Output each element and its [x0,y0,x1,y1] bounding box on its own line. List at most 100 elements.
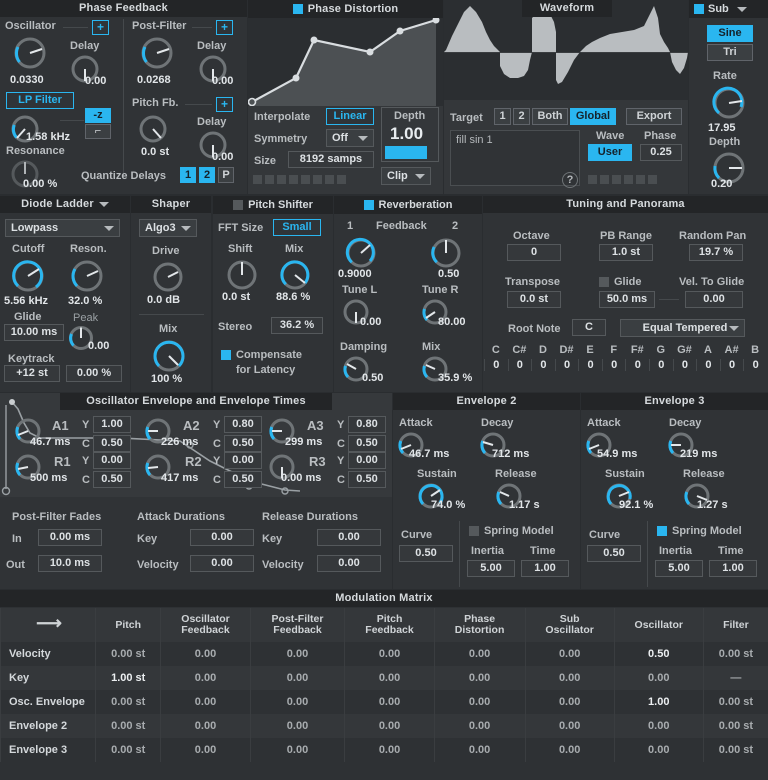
note-value[interactable]: 0 [649,359,673,371]
fade-in-field[interactable]: 0.00 ms [38,529,102,546]
env2-curve-field[interactable]: 0.50 [399,545,453,562]
matrix-cell[interactable]: 0.00 st [94,738,161,762]
chevron-down-icon[interactable] [98,202,109,207]
compensate-latency-checkbox[interactable] [221,350,231,360]
wave-slot[interactable] [648,175,657,184]
matrix-cell[interactable]: 0.00 st [702,690,768,714]
preset-slot[interactable] [325,175,334,184]
matrix-cell[interactable]: 0.00 [344,738,435,762]
note-value[interactable]: 0 [601,359,626,371]
env2-spring-model-checkbox[interactable] [469,526,479,536]
matrix-cell[interactable]: 0.00 st [702,642,768,666]
wave-script-editor[interactable]: fill sin 1 [450,130,580,186]
fade-out-field[interactable]: 10.0 ms [38,555,102,572]
interpolate-value-button[interactable]: Linear [326,108,374,125]
phase-distortion-toggle[interactable] [292,4,303,14]
minus-z-button[interactable]: -z [85,108,111,123]
a3-y-field[interactable]: 0.80 [348,416,386,433]
release-key-field[interactable]: 0.00 [317,529,381,546]
vel-to-glide-field[interactable]: 0.00 [685,291,743,308]
preset-slot[interactable] [337,175,346,184]
pb-range-field[interactable]: 1.0 st [599,244,653,261]
preset-slots[interactable] [253,175,349,187]
wave-slots[interactable] [588,175,660,187]
env2-inertia-field[interactable]: 5.00 [467,560,515,577]
random-pan-field[interactable]: 19.7 % [689,244,743,261]
env3-spring-model-checkbox[interactable] [657,526,667,536]
a3-c-field[interactable]: 0.50 [348,435,386,452]
matrix-cell[interactable]: 0.00 [249,690,345,714]
a2-c-field[interactable]: 0.50 [224,435,262,452]
phase-value-field[interactable]: 0.25 [640,144,682,161]
target-both-button[interactable]: Both [532,108,568,125]
matrix-cell[interactable]: 0.00 [524,738,615,762]
matrix-cell[interactable]: 0.00 [344,714,435,738]
shift-knob[interactable] [223,256,261,294]
ps-mix-knob[interactable] [276,256,314,294]
r3-y-field[interactable]: 0.00 [348,452,386,469]
keytrack-amount-field[interactable]: 0.00 % [66,365,122,382]
matrix-cell[interactable]: 0.00 [433,690,526,714]
wave-user-button[interactable]: User [588,144,632,161]
symmetry-select[interactable]: Off [326,129,374,147]
filter-header[interactable]: Diode Ladder [0,196,130,213]
matrix-cell[interactable]: 0.00 st [94,690,161,714]
wave-slot[interactable] [600,175,609,184]
pitch-fb-add-button[interactable]: + [216,97,233,112]
attack-key-field[interactable]: 0.00 [190,529,254,546]
matrix-cell[interactable]: 0.00 st [94,642,161,666]
post-filter-feedback-knob[interactable] [137,33,177,73]
note-value[interactable]: 0 [578,359,602,371]
matrix-cell[interactable]: 0.00 [344,666,435,690]
env3-inertia-field[interactable]: 5.00 [655,560,703,577]
matrix-cell[interactable]: 0.00 [433,738,526,762]
matrix-cell[interactable]: 0.00 [613,738,704,762]
oscillator-feedback-knob[interactable] [10,33,50,73]
sub-rate-knob[interactable] [709,83,749,123]
target-2-button[interactable]: 2 [513,108,530,125]
sub-tri-button[interactable]: Tri [707,44,753,61]
matrix-cell[interactable]: 0.00 [160,666,251,690]
wave-slot[interactable] [588,175,597,184]
matrix-cell[interactable]: 0.00 [249,642,345,666]
matrix-cell[interactable]: 0.00 [344,642,435,666]
wave-slot[interactable] [636,175,645,184]
lp-filter-button[interactable]: LP Filter [6,92,74,109]
matrix-cell[interactable]: 0.50 [613,642,704,666]
matrix-cell[interactable]: 1.00 [613,690,704,714]
matrix-cell[interactable]: 0.00 [249,738,345,762]
shaper-algo-select[interactable]: Algo3 [139,219,197,237]
reson-knob[interactable] [67,256,107,296]
note-value[interactable]: 0 [719,359,744,371]
chevron-down-icon[interactable] [736,6,747,12]
matrix-cell[interactable]: 0.00 [160,714,251,738]
help-icon[interactable]: ? [562,172,578,188]
matrix-cell[interactable]: 0.00 [524,714,615,738]
phase-distortion-curve[interactable] [248,18,443,106]
matrix-cell[interactable]: 0.00 [433,714,526,738]
preset-slot[interactable] [277,175,286,184]
attack-velocity-field[interactable]: 0.00 [190,555,254,572]
note-value[interactable]: 0 [531,359,555,371]
matrix-cell[interactable]: — [702,666,768,690]
env3-curve-field[interactable]: 0.50 [587,545,641,562]
matrix-cell[interactable]: 0.00 [344,690,435,714]
step-shape-button[interactable]: ⌐ [85,124,111,139]
r1-c-field[interactable]: 0.50 [93,471,131,488]
cutoff-knob[interactable] [8,256,48,296]
drive-knob[interactable] [149,258,187,296]
env2-time-field[interactable]: 1.00 [521,560,569,577]
r3-c-field[interactable]: 0.50 [348,471,386,488]
note-value[interactable]: 0 [507,359,532,371]
fft-size-button[interactable]: Small [273,219,321,236]
matrix-cell[interactable]: 0.00 [249,666,345,690]
note-value[interactable]: 0 [625,359,649,371]
matrix-cell[interactable]: 0.00 st [94,714,161,738]
stereo-value-field[interactable]: 36.2 % [271,317,323,334]
r1-y-field[interactable]: 0.00 [93,452,131,469]
quantize-delay-p-button[interactable]: P [218,167,234,183]
sub-sine-button[interactable]: Sine [707,25,753,42]
quantize-delay-1-button[interactable]: 1 [180,167,196,183]
glide-toggle[interactable] [599,277,609,287]
matrix-cell[interactable]: 0.00 [524,642,615,666]
